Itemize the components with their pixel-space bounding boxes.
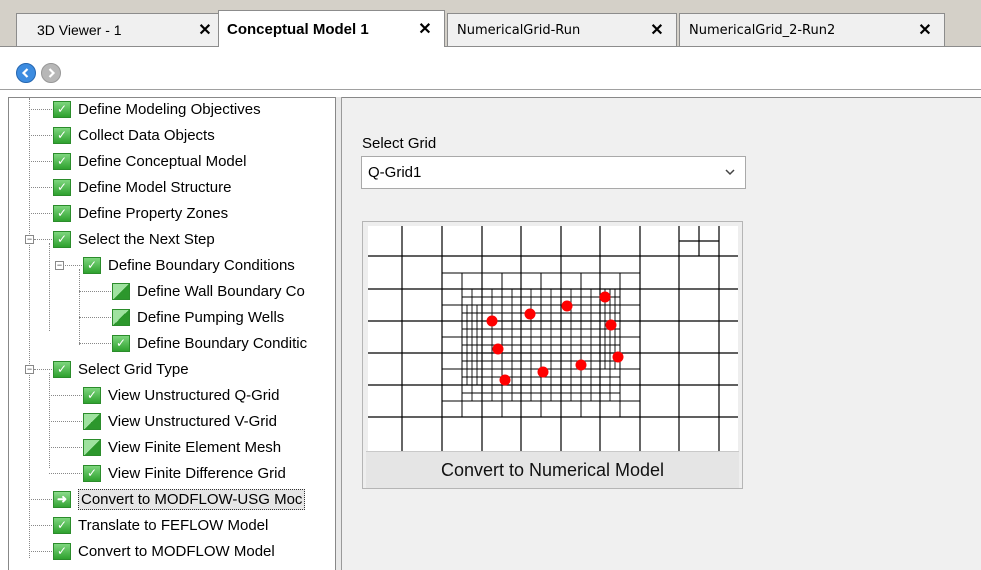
- close-icon[interactable]: ✕: [914, 20, 944, 40]
- tree-item-label: Translate to FEFLOW Model: [78, 516, 269, 534]
- tree-item-view-unstructured-q-grid[interactable]: ✓ View Unstructured Q-Grid: [83, 382, 279, 408]
- checkmark-icon: ✓: [53, 152, 71, 170]
- tree-connector: [79, 317, 111, 318]
- tree-item-label: Define Boundary Conditions: [108, 256, 295, 274]
- tree-item-label: Define Modeling Objectives: [78, 100, 261, 118]
- grid-dropdown[interactable]: Q-Grid1: [361, 156, 746, 189]
- checkmark-icon: ✓: [53, 100, 71, 118]
- tree-item-convert-modflow-usg[interactable]: ➜ Convert to MODFLOW-USG Moc: [53, 486, 306, 512]
- checkmark-icon: ✓: [53, 204, 71, 222]
- checkmark-icon: ✓: [83, 256, 101, 274]
- tree-connector: [29, 525, 52, 526]
- tree-item-label: View Unstructured Q-Grid: [108, 386, 280, 404]
- tab-label: 3D Viewer - 1: [37, 22, 122, 38]
- tree-item-define-boundary-conditions[interactable]: ✓ Define Boundary Conditions: [83, 252, 295, 278]
- tree-item-view-finite-element-mesh[interactable]: View Finite Element Mesh: [83, 434, 281, 460]
- partial-status-icon: [112, 308, 130, 326]
- tree-connector: [29, 551, 52, 552]
- tree-item-define-model-structure[interactable]: ✓ Define Model Structure: [53, 174, 231, 200]
- tab-label: NumericalGrid-Run: [457, 22, 581, 38]
- tree-connector: [49, 243, 50, 331]
- tab-conceptual-model[interactable]: Conceptual Model 1 ✕: [218, 10, 445, 47]
- tree-item-label: Define Wall Boundary Co: [137, 282, 305, 300]
- tree-connector: [29, 213, 52, 214]
- tab-label: NumericalGrid_2-Run2: [689, 22, 836, 38]
- checkmark-icon: ✓: [53, 516, 71, 534]
- checkmark-icon: ✓: [83, 464, 101, 482]
- tree-connector: [79, 269, 80, 345]
- tree-connector: [29, 187, 52, 188]
- chevron-down-icon: [725, 169, 735, 176]
- collapse-icon[interactable]: −: [25, 365, 34, 374]
- select-grid-label: Select Grid: [362, 135, 437, 152]
- checkmark-icon: ✓: [53, 542, 71, 560]
- tree-item-view-finite-difference-grid[interactable]: ✓ View Finite Difference Grid: [83, 460, 286, 486]
- checkmark-icon: ✓: [53, 178, 71, 196]
- tree-item-define-property-zones[interactable]: ✓ Define Property Zones: [53, 200, 228, 226]
- tree-connector: [34, 369, 52, 370]
- tab-numerical-grid-2-run2[interactable]: NumericalGrid_2-Run2 ✕: [679, 13, 945, 46]
- tree-item-select-grid-type[interactable]: ✓ Select Grid Type: [53, 356, 189, 382]
- tree-item-label: Convert to MODFLOW-USG Moc: [78, 488, 306, 510]
- tree-connector: [29, 109, 52, 110]
- close-icon[interactable]: ✕: [646, 20, 676, 40]
- tree-connector: [79, 291, 111, 292]
- tree-item-define-boundary-conditions-sub[interactable]: ✓ Define Boundary Conditic: [112, 330, 307, 356]
- tree-item-label: Define Conceptual Model: [78, 152, 247, 170]
- forward-arrow-icon[interactable]: [41, 63, 61, 83]
- tree-item-define-modeling-objectives[interactable]: ✓ Define Modeling Objectives: [53, 98, 261, 122]
- checkmark-icon: ✓: [83, 386, 101, 404]
- checkmark-icon: ✓: [112, 334, 130, 352]
- tree-connector: [49, 447, 82, 448]
- navigation-divider: [0, 89, 981, 90]
- tab-numerical-grid-run[interactable]: NumericalGrid-Run ✕: [447, 13, 677, 46]
- tree-item-convert-modflow[interactable]: ✓ Convert to MODFLOW Model: [53, 538, 275, 564]
- partial-status-icon: [83, 412, 101, 430]
- tree-item-collect-data-objects[interactable]: ✓ Collect Data Objects: [53, 122, 215, 148]
- tree-item-label: Select the Next Step: [78, 230, 215, 248]
- tree-item-label: Define Boundary Conditic: [137, 334, 308, 352]
- tree-connector: [29, 161, 52, 162]
- right-arrow-icon: ➜: [53, 490, 71, 508]
- tree-item-view-unstructured-v-grid[interactable]: View Unstructured V-Grid: [83, 408, 277, 434]
- tree-item-translate-feflow[interactable]: ✓ Translate to FEFLOW Model: [53, 512, 268, 538]
- tree-connector: [29, 98, 30, 558]
- tree-item-define-pumping-wells[interactable]: Define Pumping Wells: [112, 304, 284, 330]
- collapse-icon[interactable]: −: [25, 235, 34, 244]
- tab-3d-viewer[interactable]: 3D Viewer - 1 ✕: [16, 13, 225, 46]
- tree-item-label: View Unstructured V-Grid: [108, 412, 277, 430]
- tab-label: Conceptual Model 1: [227, 20, 369, 38]
- tree-item-define-wall-boundary[interactable]: Define Wall Boundary Co: [112, 278, 305, 304]
- tree-connector: [34, 239, 52, 240]
- back-arrow-icon[interactable]: [16, 63, 36, 83]
- tree-item-label: Define Model Structure: [78, 178, 232, 196]
- tree-item-label: Define Pumping Wells: [137, 308, 285, 326]
- tree-item-select-next-step[interactable]: ✓ Select the Next Step: [53, 226, 215, 252]
- tree-item-label: Select Grid Type: [78, 360, 189, 378]
- q-grid-preview-image: [368, 226, 738, 451]
- tree-connector: [29, 135, 52, 136]
- checkmark-icon: ✓: [53, 360, 71, 378]
- tree-connector: [49, 395, 82, 396]
- tree-item-label: Convert to MODFLOW Model: [78, 542, 275, 560]
- close-icon[interactable]: ✕: [414, 19, 444, 39]
- tree-item-label: Collect Data Objects: [78, 126, 215, 144]
- partial-status-icon: [83, 438, 101, 456]
- collapse-icon[interactable]: −: [55, 261, 64, 270]
- navigation-bar: [0, 47, 981, 90]
- checkmark-icon: ✓: [53, 230, 71, 248]
- tree-item-label: View Finite Element Mesh: [108, 438, 282, 456]
- grid-dropdown-value: Q-Grid1: [368, 164, 422, 181]
- partial-status-icon: [112, 282, 130, 300]
- checkmark-icon: ✓: [53, 126, 71, 144]
- tree-connector: [49, 473, 82, 474]
- convert-to-numerical-model-button[interactable]: Convert to Numerical Model: [366, 451, 739, 488]
- tree-item-define-conceptual-model[interactable]: ✓ Define Conceptual Model: [53, 148, 246, 174]
- tree-item-label: Define Property Zones: [78, 204, 229, 222]
- tree-connector: [29, 499, 52, 500]
- tree-connector: [49, 421, 82, 422]
- workflow-tree: − − − ✓ Define Modeling Objectives ✓ Col…: [8, 97, 336, 570]
- tree-item-label: View Finite Difference Grid: [108, 464, 286, 482]
- tree-connector: [79, 343, 111, 344]
